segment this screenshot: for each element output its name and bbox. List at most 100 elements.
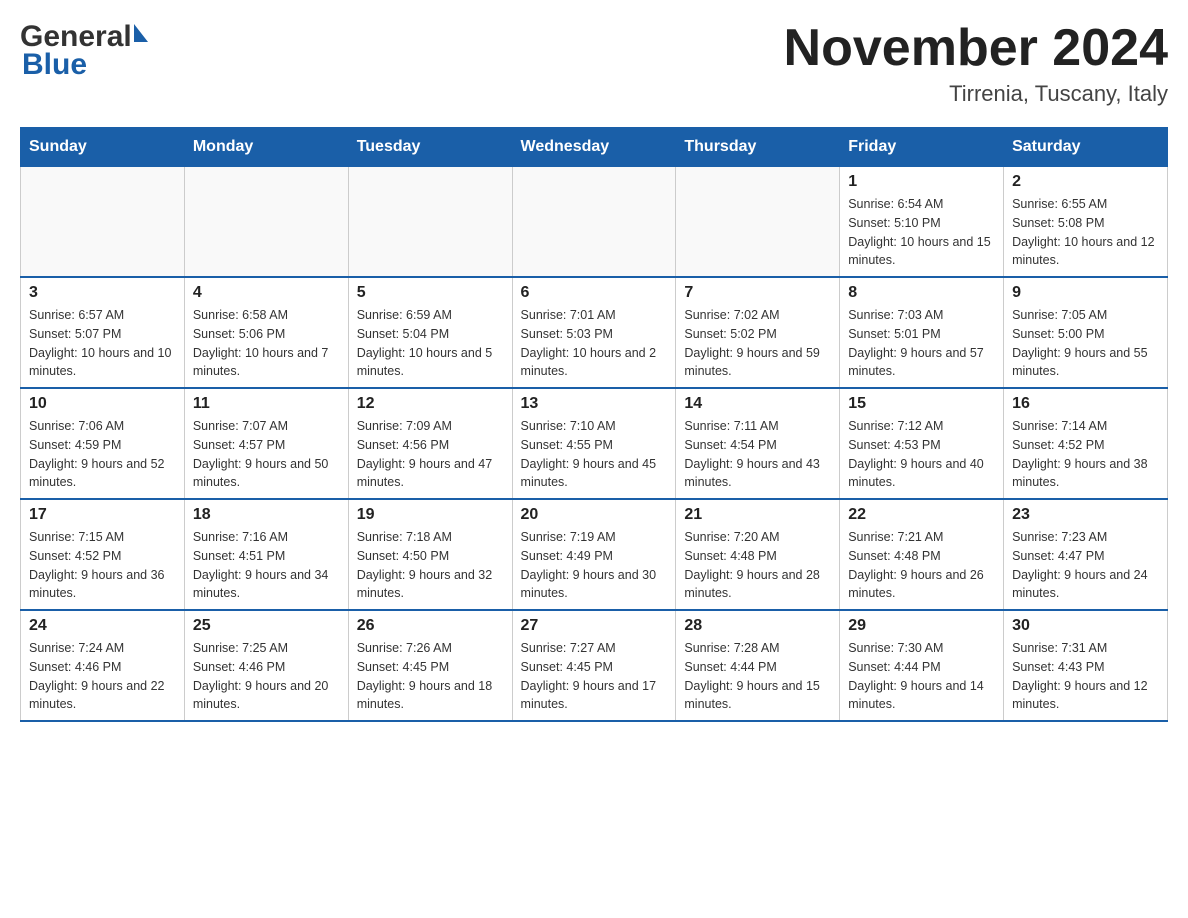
day-cell: 26Sunrise: 7:26 AMSunset: 4:45 PMDayligh…	[348, 610, 512, 721]
day-number: 23	[1012, 506, 1159, 524]
day-number: 26	[357, 617, 504, 635]
day-number: 16	[1012, 395, 1159, 413]
days-header-row: SundayMondayTuesdayWednesdayThursdayFrid…	[21, 128, 1168, 167]
day-cell: 15 Sunrise: 7:12 AMSunset: 4:53 PMDayligh…	[840, 388, 1004, 499]
day-cell: 18 Sunrise: 7:16 AMSunset: 4:51 PMDayligh…	[184, 499, 348, 610]
day-cell	[184, 167, 348, 278]
month-title: November 2024	[784, 20, 1168, 77]
day-number: 4	[193, 284, 340, 302]
day-number: 15	[848, 395, 995, 413]
day-header-friday: Friday	[840, 128, 1004, 167]
day-info: Sunrise: 7:03 AMSunset: 5:01 PMDaylight:…	[848, 306, 995, 381]
day-number: 10	[29, 395, 176, 413]
day-cell: 29 Sunrise: 7:30 AMSunset: 4:44 PMDayligh…	[840, 610, 1004, 721]
day-cell: 8 Sunrise: 7:03 AMSunset: 5:01 PMDaylight…	[840, 277, 1004, 388]
day-cell: 14 Sunrise: 7:11 AMSunset: 4:54 PMDayligh…	[676, 388, 840, 499]
day-number: 8	[848, 284, 995, 302]
day-info: Sunrise: 7:20 AMSunset: 4:48 PMDaylight:…	[684, 528, 831, 603]
day-number: 12	[357, 395, 504, 413]
day-cell: 30 Sunrise: 7:31 AMSunset: 4:43 PMDayligh…	[1004, 610, 1168, 721]
day-info: Sunrise: 7:30 AMSunset: 4:44 PMDaylight:…	[848, 639, 995, 714]
day-cell: 12 Sunrise: 7:09 AMSunset: 4:56 PMDayligh…	[348, 388, 512, 499]
day-header-tuesday: Tuesday	[348, 128, 512, 167]
page-header: General Blue November 2024 Tirrenia, Tus…	[20, 20, 1168, 107]
day-info: Sunrise: 7:16 AMSunset: 4:51 PMDaylight:…	[193, 528, 340, 603]
day-cell: 20 Sunrise: 7:19 AMSunset: 4:49 PMDayligh…	[512, 499, 676, 610]
day-cell	[676, 167, 840, 278]
day-info: Sunrise: 7:18 AMSunset: 4:50 PMDaylight:…	[357, 528, 504, 603]
day-info: Sunrise: 7:21 AMSunset: 4:48 PMDaylight:…	[848, 528, 995, 603]
day-cell: 9 Sunrise: 7:05 AMSunset: 5:00 PMDaylight…	[1004, 277, 1168, 388]
day-info: Sunrise: 7:25 AMSunset: 4:46 PMDaylight:…	[193, 639, 340, 714]
day-info: Sunrise: 7:28 AMSunset: 4:44 PMDaylight:…	[684, 639, 831, 714]
day-info: Sunrise: 7:06 AMSunset: 4:59 PMDaylight:…	[29, 417, 176, 492]
logo: General Blue	[20, 20, 148, 82]
week-row-3: 10 Sunrise: 7:06 AMSunset: 4:59 PMDayligh…	[21, 388, 1168, 499]
day-number: 18	[193, 506, 340, 524]
day-cell	[512, 167, 676, 278]
logo-arrow-icon	[134, 24, 148, 42]
day-info: Sunrise: 6:57 AMSunset: 5:07 PMDaylight:…	[29, 306, 176, 381]
day-cell: 16 Sunrise: 7:14 AMSunset: 4:52 PMDayligh…	[1004, 388, 1168, 499]
day-number: 20	[521, 506, 668, 524]
day-header-sunday: Sunday	[21, 128, 185, 167]
day-info: Sunrise: 7:31 AMSunset: 4:43 PMDaylight:…	[1012, 639, 1159, 714]
day-info: Sunrise: 7:14 AMSunset: 4:52 PMDaylight:…	[1012, 417, 1159, 492]
day-cell: 5 Sunrise: 6:59 AMSunset: 5:04 PMDaylight…	[348, 277, 512, 388]
day-number: 9	[1012, 284, 1159, 302]
day-info: Sunrise: 7:11 AMSunset: 4:54 PMDaylight:…	[684, 417, 831, 492]
day-number: 3	[29, 284, 176, 302]
day-number: 6	[521, 284, 668, 302]
day-info: Sunrise: 7:01 AMSunset: 5:03 PMDaylight:…	[521, 306, 668, 381]
day-info: Sunrise: 7:19 AMSunset: 4:49 PMDaylight:…	[521, 528, 668, 603]
day-info: Sunrise: 7:23 AMSunset: 4:47 PMDaylight:…	[1012, 528, 1159, 603]
day-number: 5	[357, 284, 504, 302]
day-info: Sunrise: 6:58 AMSunset: 5:06 PMDaylight:…	[193, 306, 340, 381]
week-row-2: 3 Sunrise: 6:57 AMSunset: 5:07 PMDaylight…	[21, 277, 1168, 388]
day-cell: 22 Sunrise: 7:21 AMSunset: 4:48 PMDayligh…	[840, 499, 1004, 610]
day-number: 29	[848, 617, 995, 635]
day-cell: 27Sunrise: 7:27 AMSunset: 4:45 PMDayligh…	[512, 610, 676, 721]
location-subtitle: Tirrenia, Tuscany, Italy	[784, 81, 1168, 107]
title-area: November 2024 Tirrenia, Tuscany, Italy	[784, 20, 1168, 107]
day-cell: 11Sunrise: 7:07 AMSunset: 4:57 PMDayligh…	[184, 388, 348, 499]
calendar-table: SundayMondayTuesdayWednesdayThursdayFrid…	[20, 127, 1168, 722]
day-cell: 2Sunrise: 6:55 AMSunset: 5:08 PMDaylight…	[1004, 167, 1168, 278]
day-number: 22	[848, 506, 995, 524]
day-number: 25	[193, 617, 340, 635]
day-info: Sunrise: 6:59 AMSunset: 5:04 PMDaylight:…	[357, 306, 504, 381]
day-info: Sunrise: 7:12 AMSunset: 4:53 PMDaylight:…	[848, 417, 995, 492]
day-header-thursday: Thursday	[676, 128, 840, 167]
day-number: 24	[29, 617, 176, 635]
day-number: 27	[521, 617, 668, 635]
day-info: Sunrise: 7:05 AMSunset: 5:00 PMDaylight:…	[1012, 306, 1159, 381]
day-number: 28	[684, 617, 831, 635]
day-number: 17	[29, 506, 176, 524]
day-cell: 7Sunrise: 7:02 AMSunset: 5:02 PMDaylight…	[676, 277, 840, 388]
day-cell	[21, 167, 185, 278]
day-cell: 13 Sunrise: 7:10 AMSunset: 4:55 PMDayligh…	[512, 388, 676, 499]
day-cell: 1 Sunrise: 6:54 AMSunset: 5:10 PMDaylight…	[840, 167, 1004, 278]
week-row-5: 24 Sunrise: 7:24 AMSunset: 4:46 PMDayligh…	[21, 610, 1168, 721]
day-cell: 24 Sunrise: 7:24 AMSunset: 4:46 PMDayligh…	[21, 610, 185, 721]
day-number: 13	[521, 395, 668, 413]
day-cell: 4 Sunrise: 6:58 AMSunset: 5:06 PMDaylight…	[184, 277, 348, 388]
day-number: 1	[848, 173, 995, 191]
week-row-1: 1 Sunrise: 6:54 AMSunset: 5:10 PMDaylight…	[21, 167, 1168, 278]
day-info: Sunrise: 7:09 AMSunset: 4:56 PMDaylight:…	[357, 417, 504, 492]
day-number: 11	[193, 395, 340, 413]
day-header-wednesday: Wednesday	[512, 128, 676, 167]
day-cell: 19 Sunrise: 7:18 AMSunset: 4:50 PMDayligh…	[348, 499, 512, 610]
day-number: 19	[357, 506, 504, 524]
day-number: 7	[684, 284, 831, 302]
day-info: Sunrise: 7:24 AMSunset: 4:46 PMDaylight:…	[29, 639, 176, 714]
day-number: 14	[684, 395, 831, 413]
day-info: Sunrise: 7:10 AMSunset: 4:55 PMDaylight:…	[521, 417, 668, 492]
day-info: Sunrise: 6:54 AMSunset: 5:10 PMDaylight:…	[848, 195, 995, 270]
day-cell	[348, 167, 512, 278]
day-number: 21	[684, 506, 831, 524]
day-number: 30	[1012, 617, 1159, 635]
day-cell: 6 Sunrise: 7:01 AMSunset: 5:03 PMDaylight…	[512, 277, 676, 388]
day-info: Sunrise: 6:55 AMSunset: 5:08 PMDaylight:…	[1012, 195, 1159, 270]
logo-blue-text: Blue	[20, 48, 87, 82]
